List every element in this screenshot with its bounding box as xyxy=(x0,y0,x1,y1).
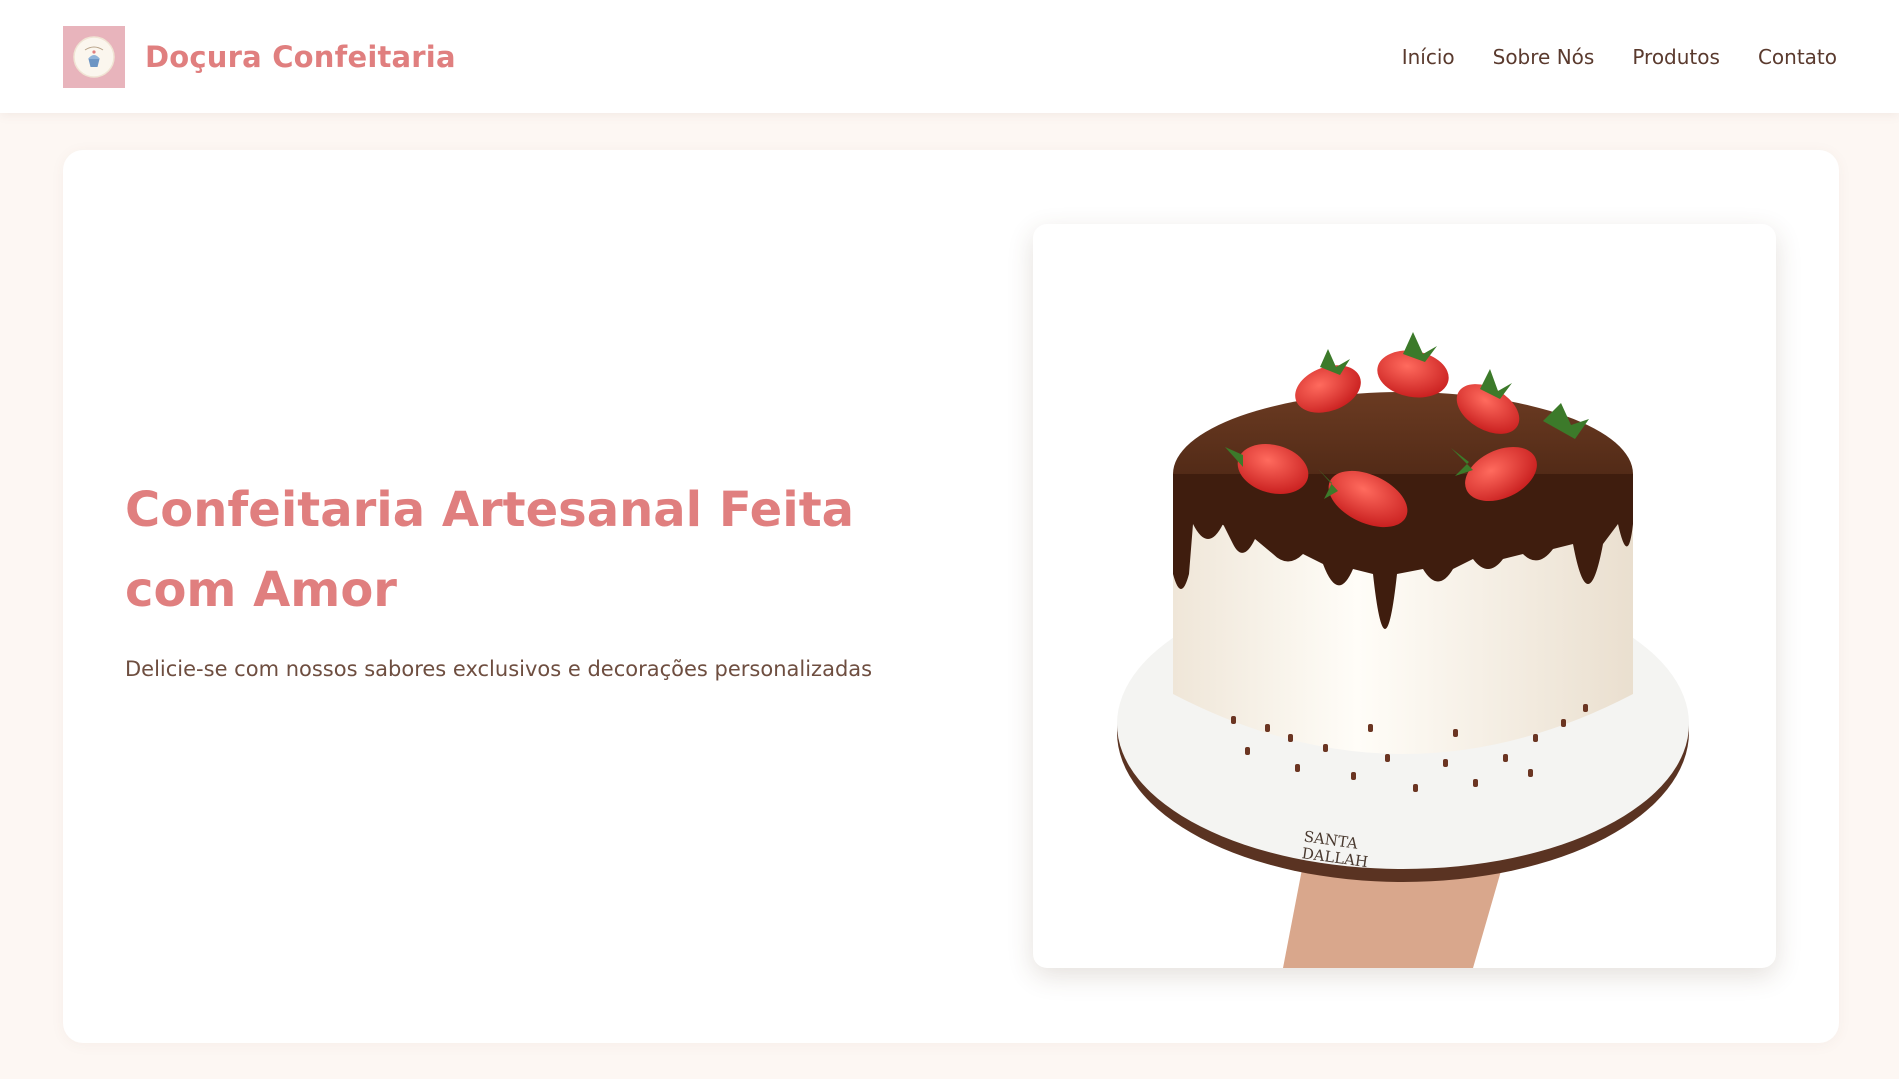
brand[interactable]: Doçura Confeitaria xyxy=(63,25,456,88)
hero-image-card: SANTA DALLAH xyxy=(1033,224,1776,968)
hero-text: Confeitaria Artesanal Feita com Amor Del… xyxy=(125,470,905,684)
cupcake-icon xyxy=(73,35,115,78)
hero-subtitle: Delicie-se com nossos sabores exclusivos… xyxy=(125,657,873,681)
main-nav: Início Sobre Nós Produtos Contato xyxy=(1402,45,1837,69)
logo[interactable] xyxy=(63,25,125,88)
nav-link-contato[interactable]: Contato xyxy=(1758,45,1837,69)
nav-link-produtos[interactable]: Produtos xyxy=(1632,45,1720,69)
nav-link-inicio[interactable]: Início xyxy=(1402,45,1455,69)
hero-section: Confeitaria Artesanal Feita com Amor Del… xyxy=(63,150,1839,1043)
navbar: Doçura Confeitaria Início Sobre Nós Prod… xyxy=(0,0,1899,113)
hero-title: Confeitaria Artesanal Feita com Amor xyxy=(125,482,855,618)
brand-name[interactable]: Doçura Confeitaria xyxy=(145,40,456,74)
nav-link-sobre-nos[interactable]: Sobre Nós xyxy=(1493,45,1595,69)
cake-photo: SANTA DALLAH xyxy=(1117,332,1689,968)
